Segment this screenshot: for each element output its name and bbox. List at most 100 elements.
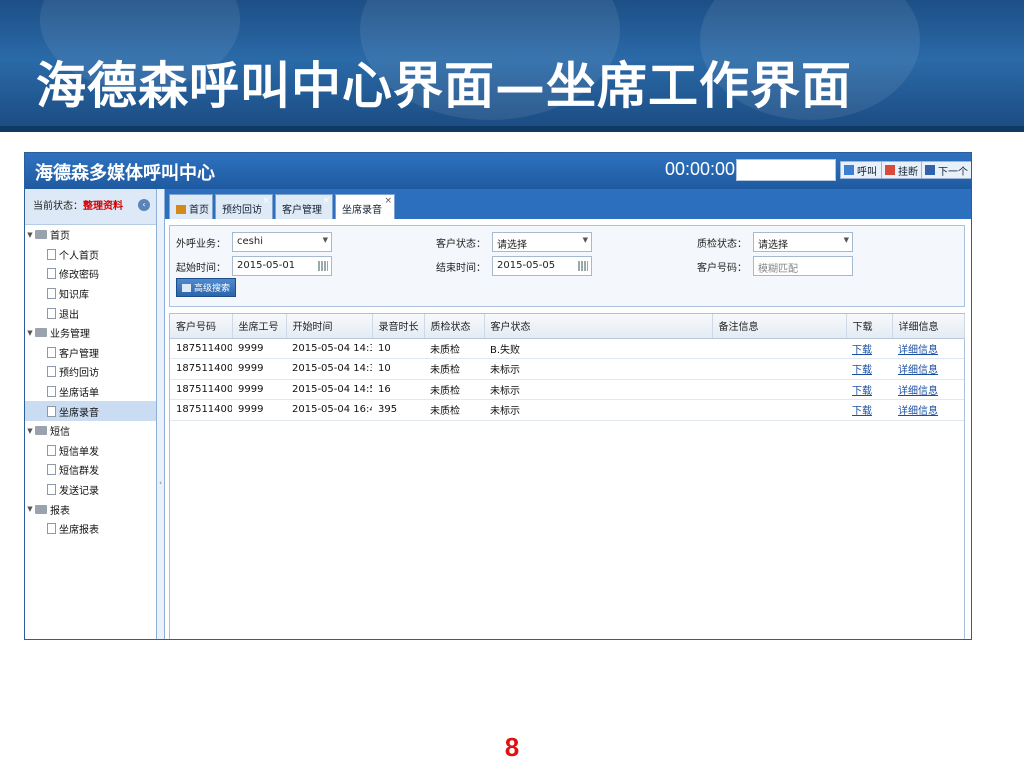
header-stripe [0,126,1024,132]
tree-item-agent-call-log[interactable]: 坐席话单 [25,382,156,402]
outbound-select[interactable]: ceshi ▼ [232,232,332,252]
download-link[interactable]: 下载 [846,358,892,380]
download-link[interactable]: 下载 [846,399,892,421]
document-icon [47,464,56,476]
details-link[interactable]: 详细信息 [892,358,964,380]
close-tab-icon[interactable]: × [384,196,392,206]
close-tab-icon[interactable]: × [262,196,270,206]
phone-icon [844,165,854,175]
collapse-sidebar-icon[interactable]: ‹ [138,199,150,211]
tree-item-label: 坐席报表 [59,525,99,537]
download-link[interactable]: 下载 [846,338,892,359]
tree-item-knowledge-base[interactable]: 知识库 [25,284,156,304]
tree-item-logout[interactable]: 退出 [25,303,156,323]
tab-label: 客户管理 [282,205,322,216]
tab-home[interactable]: 首页 [169,194,213,219]
splitter-handle-icon[interactable]: ‹ [157,479,164,487]
table-row[interactable]: 18751140044 9999 2015-05-04 14:3... 10 未… [170,358,964,380]
column-header[interactable]: 客户号码 [170,314,233,339]
details-link[interactable]: 详细信息 [892,338,964,359]
calendar-icon[interactable] [318,261,328,271]
download-link[interactable]: 下载 [846,379,892,400]
tree-item-agent-report[interactable]: 坐席报表 [25,519,156,539]
customer-status-select[interactable]: 请选择 ▼ [492,232,592,252]
document-icon [47,288,56,300]
document-icon [47,386,56,398]
advanced-search-button[interactable]: 高级搜索 [176,278,237,297]
call-timer: 00:00:00 [665,159,736,179]
cell-customer-number: 18751140044 [170,399,232,421]
phone-number-input[interactable] [736,159,836,181]
cell-qc-status: 未质检 [424,399,484,421]
slide-header: 海德森呼叫中心界面—坐席工作界面 [0,0,1024,132]
tree-group-reports[interactable]: ▼ 报表 [25,499,156,519]
tree-item-label: 发送记录 [59,486,99,498]
document-icon [47,268,56,280]
hangup-button[interactable]: 挂断 [881,161,923,179]
start-time-field[interactable]: 2015-05-01 [232,256,332,276]
end-time-field[interactable]: 2015-05-05 [492,256,592,276]
tab-bar: 首页 预约回访 × 客户管理 × 坐席录音 × [165,189,971,219]
table-row[interactable]: 18751140044 9999 2015-05-04 14:3... 10 未… [170,338,964,359]
tree-item-customer-management[interactable]: 客户管理 [25,343,156,363]
column-header[interactable]: 备注信息 [712,314,847,339]
nav-tree: ▼ 首页 个人首页 修改密码 知识库 退出 ▼ 业务管理 客户管理 预约回访 坐席话… [25,225,156,539]
advanced-search-label: 高级搜索 [194,284,231,294]
expand-arrow-icon[interactable]: ▼ [25,427,35,435]
sidebar-splitter[interactable]: ‹ [157,189,165,639]
folder-icon [35,230,47,240]
details-link[interactable]: 详细信息 [892,379,964,400]
recording-grid: 客户号码 坐席工号 开始时间 录音时长 质检状态 客户状态 备注信息 下载 详细… [169,313,965,639]
column-header[interactable]: 坐席工号 [232,314,287,339]
document-icon [47,307,56,319]
column-header[interactable]: 质检状态 [424,314,485,339]
app-top-bar: 海德森多媒体呼叫中心 00:00:00 呼叫 挂断 下一个 [25,153,971,189]
customer-number-input[interactable]: 模糊匹配 [753,256,853,276]
column-header[interactable]: 开始时间 [286,314,373,339]
tree-item-agent-recording[interactable]: 坐席录音 [25,401,156,421]
tab-customer-management[interactable]: 客户管理 × [275,194,333,219]
tree-item-appointment-callback[interactable]: 预约回访 [25,362,156,382]
tab-label: 预约回访 [222,205,262,216]
document-icon [47,405,56,417]
calendar-icon[interactable] [578,261,588,271]
tree-item-change-password[interactable]: 修改密码 [25,264,156,284]
next-button-label: 下一个 [938,166,968,178]
expand-arrow-icon[interactable]: ▼ [25,231,35,239]
column-header[interactable]: 客户状态 [484,314,713,339]
tree-item-label: 预约回访 [59,368,99,380]
tree-item-label: 短信群发 [59,466,99,478]
tree-item-label: 知识库 [59,290,89,302]
outbound-value: ceshi [237,236,263,247]
tree-item-sms-single[interactable]: 短信单发 [25,441,156,461]
table-row[interactable]: 18751140044 9999 2015-05-04 14:5... 16 未… [170,379,964,400]
app-name: 海德森多媒体呼叫中心 [35,163,215,184]
qc-status-select[interactable]: 请选择 ▼ [753,232,853,252]
tree-item-personal-home[interactable]: 个人首页 [25,245,156,265]
column-header[interactable]: 详细信息 [892,314,965,339]
details-link[interactable]: 详细信息 [892,399,964,421]
tree-group-business[interactable]: ▼ 业务管理 [25,323,156,343]
table-row[interactable]: 18751140044 9999 2015-05-04 16:4... 395 … [170,399,964,421]
tree-item-label: 客户管理 [59,348,99,360]
next-button[interactable]: 下一个 [921,161,971,179]
expand-arrow-icon[interactable]: ▼ [25,505,35,513]
tree-item-sms-bulk[interactable]: 短信群发 [25,460,156,480]
column-header[interactable]: 录音时长 [372,314,425,339]
call-button[interactable]: 呼叫 [840,161,882,179]
expand-arrow-icon[interactable]: ▼ [25,329,35,337]
status-label: 当前状态： [33,201,83,212]
column-header[interactable]: 下载 [846,314,893,339]
tab-agent-recording[interactable]: 坐席录音 × [335,194,395,219]
document-icon [47,444,56,456]
tree-item-send-log[interactable]: 发送记录 [25,480,156,500]
tree-group-home[interactable]: ▼ 首页 [25,225,156,245]
cell-agent-id: 9999 [232,358,286,380]
hangup-icon [885,165,895,175]
close-tab-icon[interactable]: × [322,196,330,206]
tree-group-sms[interactable]: ▼ 短信 [25,421,156,441]
cell-qc-status: 未质检 [424,358,484,380]
cell-start-time: 2015-05-04 16:4... [286,399,372,421]
end-time-label: 结束时间： [436,263,486,274]
tab-appointment-callback[interactable]: 预约回访 × [215,194,273,219]
